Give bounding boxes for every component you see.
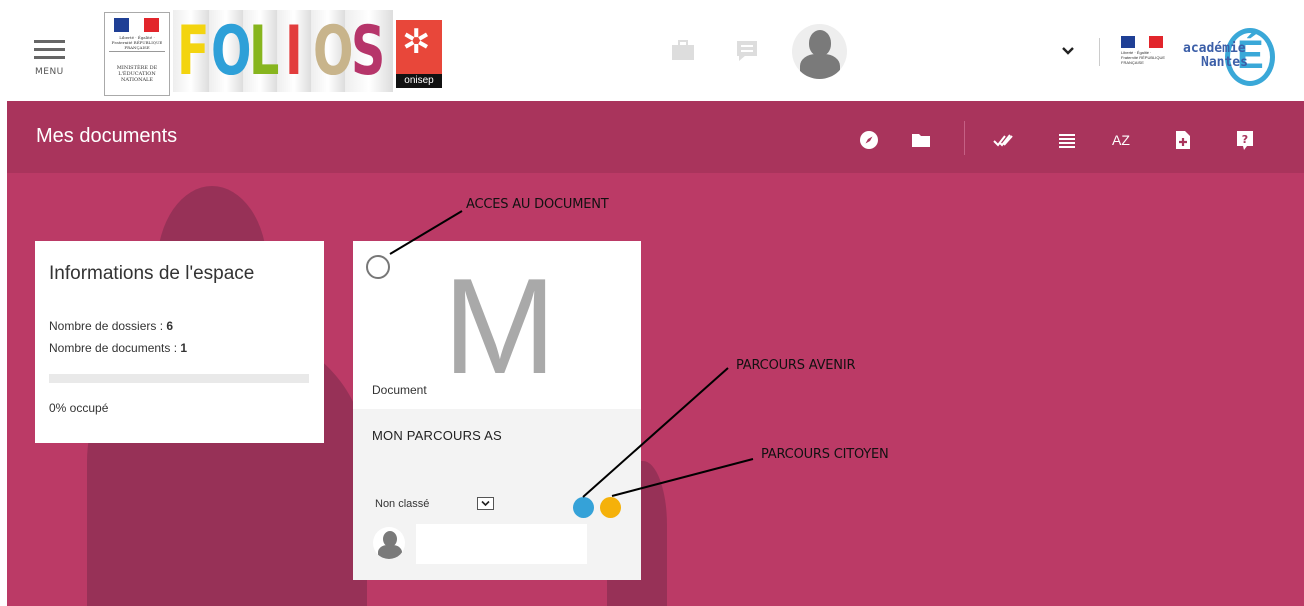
chat-icon[interactable]	[737, 40, 759, 61]
academie-nantes-logo: É académie Nantes	[1183, 18, 1283, 90]
parcours-avenir-badge[interactable]	[573, 497, 594, 518]
title-bar: Mes documents AZ ?	[7, 101, 1304, 173]
parcours-citoyen-badge[interactable]	[600, 497, 621, 518]
svg-text:?: ?	[1242, 133, 1248, 146]
classification-dropdown[interactable]	[477, 497, 494, 510]
hamburger-icon	[34, 40, 65, 43]
annotation-avenir: PARCOURS AVENIR	[736, 358, 856, 373]
toolbar-divider	[964, 121, 965, 155]
onisep-logo: ✲ onisep	[396, 20, 442, 88]
menu-button[interactable]: MENU	[34, 40, 70, 80]
folios-letter: S	[351, 12, 386, 91]
header-divider	[1099, 38, 1100, 66]
classification-label: Non classé	[375, 498, 430, 510]
folios-logo[interactable]: F O L I O S	[173, 10, 393, 92]
annotation-access: ACCES AU DOCUMENT	[466, 197, 609, 212]
annotation-citoyen: PARCOURS CITOYEN	[761, 447, 889, 462]
menu-label: MENU	[35, 67, 64, 77]
owner-field	[416, 524, 587, 564]
folders-count: Nombre de dossiers : 6	[49, 319, 174, 333]
space-info-card: Informations de l'espace Nombre de dossi…	[35, 241, 324, 443]
folder-icon[interactable]	[910, 129, 932, 151]
add-file-icon[interactable]	[1172, 129, 1194, 151]
french-flag-icon	[114, 18, 159, 32]
republique-francaise-logo: Liberté · Égalité · Fraternité RÉPUBLIQU…	[1121, 36, 1169, 66]
main-area: Mes documents AZ ? Informations de l'esp…	[7, 101, 1304, 606]
info-title: Informations de l'espace	[49, 263, 255, 284]
compass-icon[interactable]	[858, 129, 880, 151]
chevron-down-icon	[481, 500, 490, 507]
folios-letter: L	[249, 12, 280, 91]
user-avatar[interactable]	[792, 24, 847, 79]
onisep-star-icon: ✲	[402, 23, 431, 61]
storage-progress-bar	[49, 374, 309, 383]
chevron-down-icon[interactable]	[1060, 42, 1076, 58]
double-check-icon[interactable]	[993, 129, 1015, 151]
folios-letter: F	[177, 12, 210, 91]
list-icon[interactable]	[1056, 129, 1078, 151]
folios-letter: O	[211, 12, 252, 91]
folios-letter: O	[313, 12, 354, 91]
document-type: Document	[372, 383, 427, 397]
page-title: Mes documents	[36, 125, 178, 147]
help-icon[interactable]: ?	[1234, 129, 1256, 151]
owner-avatar	[373, 527, 405, 559]
storage-usage-text: 0% occupé	[49, 401, 109, 415]
document-preview[interactable]: M Document	[353, 241, 641, 409]
briefcase-icon[interactable]	[672, 40, 694, 60]
documents-count: Nombre de documents : 1	[49, 341, 188, 355]
folios-letter: I	[285, 12, 303, 91]
ministere-logo: Liberté · Égalité · Fraternité RÉPUBLIQU…	[104, 12, 170, 96]
document-select-checkbox[interactable]	[366, 255, 390, 279]
document-card[interactable]: M Document MON PARCOURS AS Non classé	[353, 241, 641, 580]
sort-az-icon[interactable]: AZ	[1112, 129, 1134, 151]
document-title[interactable]: MON PARCOURS AS	[372, 428, 502, 443]
document-initial: M	[443, 250, 557, 402]
top-header: MENU Liberté · Égalité · Fraternité RÉPU…	[0, 0, 1304, 101]
